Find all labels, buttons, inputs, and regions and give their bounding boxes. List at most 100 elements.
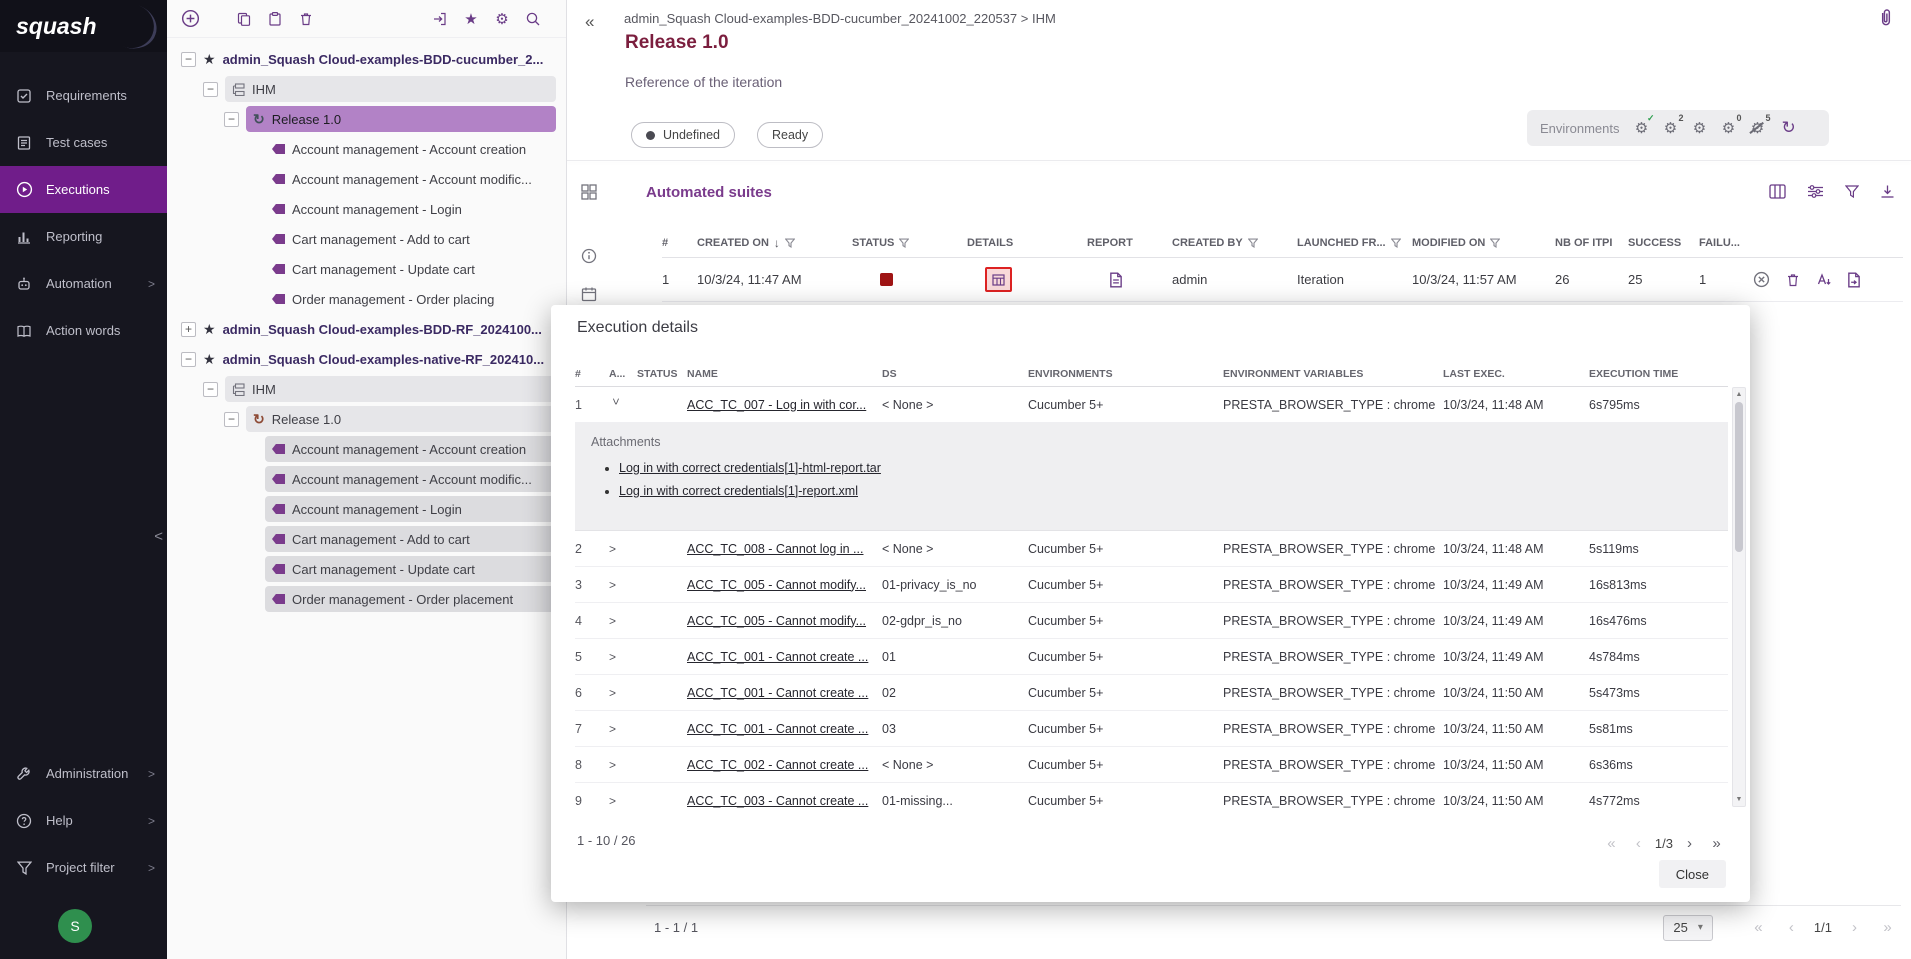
tree-node-campaign[interactable]: IHM <box>167 74 566 104</box>
copy-icon[interactable] <box>233 8 255 30</box>
col-status[interactable]: STATUS <box>852 237 967 249</box>
report-icon[interactable] <box>1109 272 1123 288</box>
last-page-icon[interactable]: » <box>1874 919 1901 936</box>
tree-node-project[interactable]: ★ admin_Squash Cloud-examples-BDD-cucumb… <box>167 44 566 74</box>
tree-node-project[interactable]: ★ admin_Squash Cloud-examples-native-RF_… <box>167 344 566 374</box>
scroll-up-icon[interactable]: ▲ <box>1733 388 1745 401</box>
tree-node-campaign[interactable]: IHM <box>167 374 566 404</box>
breadcrumb[interactable]: admin_Squash Cloud-examples-BDD-cucumber… <box>624 11 1056 26</box>
execution-link[interactable]: ACC_TC_003 - Cannot create ... <box>687 794 882 808</box>
col-modified-on[interactable]: MODIFIED ON <box>1412 237 1555 249</box>
user-avatar[interactable]: S <box>58 909 92 943</box>
execution-row-partial[interactable]: 9 > ACC_TC_003 - Cannot create ... 01-mi… <box>575 783 1728 809</box>
environment-gear-2-icon[interactable]: ⚙2 <box>1661 119 1679 137</box>
automated-suite-row[interactable]: 1 10/3/24, 11:47 AM admin Iteration 10/3… <box>662 258 1903 302</box>
funnel-icon[interactable] <box>1845 185 1859 198</box>
attachment-link[interactable]: Log in with correct credentials[1]-repor… <box>619 484 858 498</box>
sidebar-collapse-icon[interactable]: < <box>154 528 163 545</box>
scrollbar-thumb[interactable] <box>1735 402 1743 552</box>
expand-row-chevron-icon[interactable]: > <box>609 722 623 736</box>
prev-page-icon[interactable]: ‹ <box>1778 919 1805 936</box>
sidebar-item-reporting[interactable]: Reporting <box>0 213 167 260</box>
next-page-icon[interactable]: › <box>1676 835 1703 852</box>
favorites-star-icon[interactable]: ★ <box>460 8 482 30</box>
expand-row-chevron-icon[interactable]: > <box>609 542 623 556</box>
execution-row[interactable]: 3 > ACC_TC_005 - Cannot modify... 01-pri… <box>575 567 1728 603</box>
execution-row[interactable]: 4 > ACC_TC_005 - Cannot modify... 02-gdp… <box>575 603 1728 639</box>
tree-node-suite[interactable]: Account management - Account modific... <box>167 164 566 194</box>
col-launched-from[interactable]: LAUNCHED FR... <box>1297 237 1412 249</box>
tree-node-suite[interactable]: Account management - Login <box>167 494 566 524</box>
collapse-toggle[interactable] <box>181 52 196 67</box>
settings-gear-icon[interactable]: ⚙ <box>491 8 513 30</box>
tree-node-project[interactable]: ★ admin_Squash Cloud-examples-BDD-RF_202… <box>167 314 566 344</box>
execution-link[interactable]: ACC_TC_001 - Cannot create ... <box>687 722 882 736</box>
tree-node-suite[interactable]: Cart management - Update cart <box>167 254 566 284</box>
environment-gear-0-icon[interactable]: ⚙0 <box>1719 119 1737 137</box>
tree-node-suite[interactable]: Account management - Account creation <box>167 134 566 164</box>
filter-sliders-icon[interactable] <box>1807 184 1824 199</box>
expand-row-chevron-icon[interactable]: > <box>609 758 623 772</box>
tree-node-suite[interactable]: Account management - Account creation <box>167 434 566 464</box>
expand-row-chevron-icon[interactable]: > <box>609 650 623 664</box>
collapse-toggle[interactable] <box>181 352 196 367</box>
close-dialog-button[interactable]: Close <box>1659 860 1726 888</box>
page-size-select[interactable]: 25▾ <box>1663 915 1713 941</box>
tree-node-suite[interactable]: Order management - Order placement <box>167 584 566 614</box>
next-page-icon[interactable]: › <box>1841 919 1868 936</box>
last-page-icon[interactable]: » <box>1703 835 1730 852</box>
tree-node-suite[interactable]: Cart management - Update cart <box>167 554 566 584</box>
sidebar-item-automation[interactable]: Automation > <box>0 260 167 307</box>
delete-suite-icon[interactable] <box>1785 272 1801 288</box>
information-icon[interactable] <box>581 248 597 264</box>
col-created-by[interactable]: CREATED BY <box>1172 237 1297 249</box>
expand-row-chevron-icon[interactable]: > <box>609 686 623 700</box>
details-icon-selected[interactable] <box>985 267 1012 292</box>
execution-link[interactable]: ACC_TC_001 - Cannot create ... <box>687 686 882 700</box>
collapse-tree-icon[interactable]: « <box>585 12 594 32</box>
expand-row-chevron-icon[interactable]: > <box>609 614 623 628</box>
execution-link[interactable]: ACC_TC_002 - Cannot create ... <box>687 758 882 772</box>
execution-row[interactable]: 5 > ACC_TC_001 - Cannot create ... 01 Cu… <box>575 639 1728 675</box>
execution-row[interactable]: 2 > ACC_TC_008 - Cannot log in ... < Non… <box>575 531 1728 567</box>
execution-link[interactable]: ACC_TC_005 - Cannot modify... <box>687 614 882 628</box>
attachments-paperclip-icon[interactable] <box>1877 8 1895 28</box>
attachment-link[interactable]: Log in with correct credentials[1]-html-… <box>619 461 881 475</box>
sidebar-item-administration[interactable]: Administration > <box>0 750 167 797</box>
first-page-icon[interactable]: « <box>1745 919 1772 936</box>
tree-node-suite[interactable]: Account management - Account modific... <box>167 464 566 494</box>
tree-node-suite[interactable]: Cart management - Add to cart <box>167 224 566 254</box>
search-icon[interactable] <box>522 8 544 30</box>
tree-node-iteration[interactable]: ↻ Release 1.0 <box>167 404 566 434</box>
environment-gear-ok-icon[interactable]: ⚙✓ <box>1632 119 1650 137</box>
execution-link[interactable]: ACC_TC_007 - Log in with cor... <box>687 398 882 412</box>
execution-row[interactable]: 6 > ACC_TC_001 - Cannot create ... 02 Cu… <box>575 675 1728 711</box>
export-report-icon[interactable] <box>1847 272 1861 288</box>
ready-state-chip[interactable]: Ready <box>757 122 823 148</box>
expand-toggle[interactable] <box>181 322 196 337</box>
first-page-icon[interactable]: « <box>1598 835 1625 852</box>
expand-row-chevron-icon[interactable]: > <box>609 794 623 808</box>
dialog-scrollbar[interactable]: ▲ ▼ <box>1732 387 1746 807</box>
delete-icon[interactable] <box>295 8 317 30</box>
import-export-icon[interactable] <box>429 8 451 30</box>
prev-page-icon[interactable]: ‹ <box>1625 835 1652 852</box>
tree-node-suite[interactable]: Cart management - Add to cart <box>167 524 566 554</box>
execution-row[interactable]: 8 > ACC_TC_002 - Cannot create ... < Non… <box>575 747 1728 783</box>
environment-gear-off-icon[interactable]: ⚙5 <box>1748 119 1766 137</box>
collapse-toggle[interactable] <box>203 82 218 97</box>
collapse-toggle[interactable] <box>203 382 218 397</box>
paste-icon[interactable] <box>264 8 286 30</box>
refresh-environments-icon[interactable]: ↻ <box>1781 118 1795 138</box>
sidebar-item-requirements[interactable]: Requirements <box>0 72 167 119</box>
tree-node-iteration-selected[interactable]: ↻ Release 1.0 <box>167 104 566 134</box>
dashboard-grid-icon[interactable] <box>581 184 597 200</box>
calendar-icon[interactable] <box>581 286 597 302</box>
sidebar-item-action-words[interactable]: Action words <box>0 307 167 354</box>
stop-execution-icon[interactable] <box>1753 271 1770 288</box>
sidebar-item-help[interactable]: Help > <box>0 797 167 844</box>
tree-node-suite[interactable]: Order management - Order placing <box>167 284 566 314</box>
tree-node-suite[interactable]: Account management - Login <box>167 194 566 224</box>
collapse-row-chevron-icon[interactable]: > <box>609 398 623 412</box>
sidebar-item-test-cases[interactable]: Test cases <box>0 119 167 166</box>
